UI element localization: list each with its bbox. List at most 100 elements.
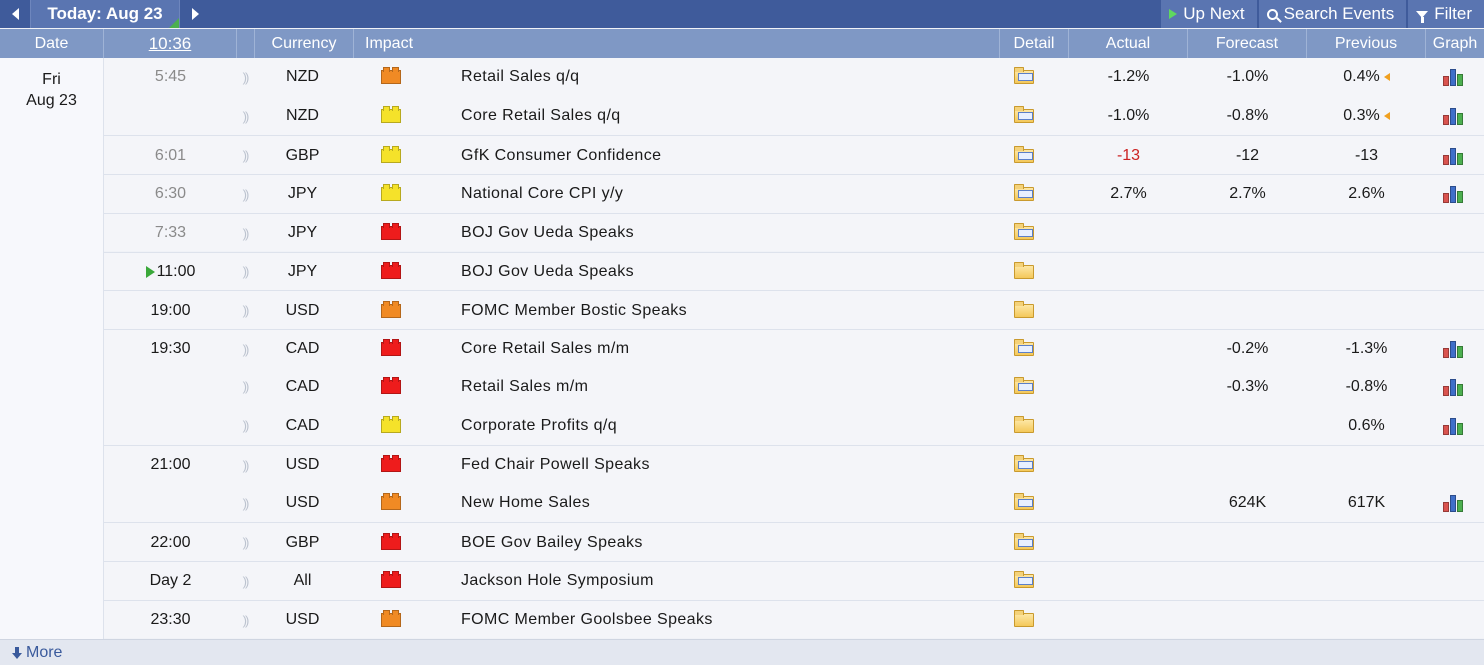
sound-icon[interactable]: )) [235,484,255,523]
arrow-right-icon [191,8,199,20]
graph-cell[interactable] [1434,406,1474,445]
detail-button[interactable] [1009,562,1039,601]
detail-button[interactable] [1009,446,1039,485]
bar-chart-icon [1443,147,1465,165]
sound-icon[interactable]: )) [235,136,255,175]
up-next-button[interactable]: Up Next [1159,0,1257,28]
event-time [104,406,237,445]
graph-cell[interactable] [1434,175,1474,214]
event-row[interactable]: 21:00)) USD Fed Chair Powell Speaks [104,445,1484,484]
event-title[interactable]: GfK Consumer Confidence [461,136,981,175]
impact-cell[interactable] [369,446,413,485]
event-row[interactable]: 6:01)) GBP GfK Consumer Confidence -13 -12 -1… [104,135,1484,175]
event-title[interactable]: Retail Sales q/q [461,58,981,97]
event-row[interactable]: 11:00)) JPY BOJ Gov Ueda Speaks [104,251,1484,292]
graph-cell[interactable] [1434,136,1474,175]
graph-cell[interactable] [1434,330,1474,369]
impact-cell[interactable] [369,368,413,407]
event-title[interactable]: Corporate Profits q/q [461,406,981,445]
event-row[interactable]: Day 2)) All Jackson Hole Symposium [104,561,1484,600]
event-title[interactable]: Fed Chair Powell Speaks [461,446,981,485]
graph-cell[interactable] [1434,368,1474,407]
sound-icon[interactable]: )) [235,446,255,485]
revised-indicator-icon[interactable] [1383,73,1390,82]
sound-icon[interactable]: )) [235,175,255,214]
impact-cell[interactable] [369,175,413,214]
detail-button[interactable] [1009,330,1039,369]
event-title[interactable]: BOJ Gov Ueda Speaks [461,214,981,253]
event-title[interactable]: Retail Sales m/m [461,368,981,407]
prev-day-button[interactable] [0,0,30,28]
sound-icon[interactable]: )) [235,58,255,97]
event-row[interactable]: 7:33)) JPY BOJ Gov Ueda Speaks [104,212,1484,253]
today-button[interactable]: Today: Aug 23 [30,0,180,28]
graph-cell[interactable] [1434,58,1474,97]
impact-cell[interactable] [369,97,413,136]
impact-cell[interactable] [369,214,413,253]
graph-cell[interactable] [1434,484,1474,523]
impact-cell[interactable] [369,330,413,369]
event-currency: JPY [287,224,318,242]
event-previous [1307,523,1426,562]
impact-cell[interactable] [369,291,413,330]
detail-button[interactable] [1009,97,1039,136]
impact-cell[interactable] [369,253,413,292]
sound-icon[interactable]: )) [235,214,255,253]
detail-button[interactable] [1009,484,1039,523]
impact-cell[interactable] [369,562,413,601]
search-events-button[interactable]: Search Events [1256,0,1407,28]
event-row[interactable]: 23:30)) USD FOMC Member Goolsbee Speaks [104,599,1484,640]
detail-button[interactable] [1009,601,1039,640]
sound-icon[interactable]: )) [235,562,255,601]
sound-icon[interactable]: )) [235,523,255,562]
event-row[interactable]: )) USD New Home Sales 624K 617K [104,483,1484,523]
sound-icon[interactable]: )) [235,601,255,640]
event-title[interactable]: Core Retail Sales q/q [461,97,981,136]
filter-button[interactable]: Filter [1406,0,1484,28]
sound-icon[interactable]: )) [235,97,255,136]
header-graph: Graph [1432,34,1478,52]
event-row[interactable]: 5:45)) NZD Retail Sales q/q -1.2% -1.0% 0.4% [104,58,1484,97]
next-day-button[interactable] [180,0,210,28]
event-row[interactable]: )) CAD Retail Sales m/m -0.3% -0.8% [104,367,1484,407]
event-title[interactable]: New Home Sales [461,484,981,523]
detail-button[interactable] [1009,58,1039,97]
event-row[interactable]: 22:00)) GBP BOE Gov Bailey Speaks [104,522,1484,562]
sound-icon[interactable]: )) [235,291,255,330]
sound-icon[interactable]: )) [235,406,255,445]
event-row[interactable]: )) CAD Corporate Profits q/q 0.6% [104,406,1484,445]
event-title[interactable]: FOMC Member Goolsbee Speaks [461,601,981,640]
impact-cell[interactable] [369,523,413,562]
impact-cell[interactable] [369,58,413,97]
header-time[interactable]: 10:36 [104,29,237,58]
event-title[interactable]: BOE Gov Bailey Speaks [461,523,981,562]
detail-button[interactable] [1009,291,1039,330]
event-title[interactable]: Core Retail Sales m/m [461,330,981,369]
event-title[interactable]: FOMC Member Bostic Speaks [461,291,981,330]
sound-icon[interactable]: )) [235,368,255,407]
detail-button[interactable] [1009,253,1039,292]
event-row[interactable]: 19:30)) CAD Core Retail Sales m/m -0.2% -1.3… [104,328,1484,369]
event-title[interactable]: BOJ Gov Ueda Speaks [461,253,981,292]
detail-button[interactable] [1009,214,1039,253]
revised-indicator-icon[interactable] [1383,112,1390,121]
event-title[interactable]: National Core CPI y/y [461,175,981,214]
sound-icon[interactable]: )) [235,253,255,292]
detail-button[interactable] [1009,368,1039,407]
more-button[interactable]: More [0,639,1484,665]
graph-cell[interactable] [1434,97,1474,136]
detail-button[interactable] [1009,406,1039,445]
event-row[interactable]: 19:00)) USD FOMC Member Bostic Speaks [104,290,1484,329]
event-row[interactable]: )) NZD Core Retail Sales q/q -1.0% -0.8% 0.3% [104,96,1484,136]
impact-cell[interactable] [369,136,413,175]
detail-button[interactable] [1009,136,1039,175]
impact-cell[interactable] [369,484,413,523]
detail-button[interactable] [1009,175,1039,214]
event-row[interactable]: 6:30)) JPY National Core CPI y/y 2.7% 2.7% 2.… [104,174,1484,213]
detail-button[interactable] [1009,523,1039,562]
sound-icon[interactable]: )) [235,330,255,369]
impact-cell[interactable] [369,406,413,445]
event-actual [1069,484,1188,523]
event-title[interactable]: Jackson Hole Symposium [461,562,981,601]
impact-cell[interactable] [369,601,413,640]
